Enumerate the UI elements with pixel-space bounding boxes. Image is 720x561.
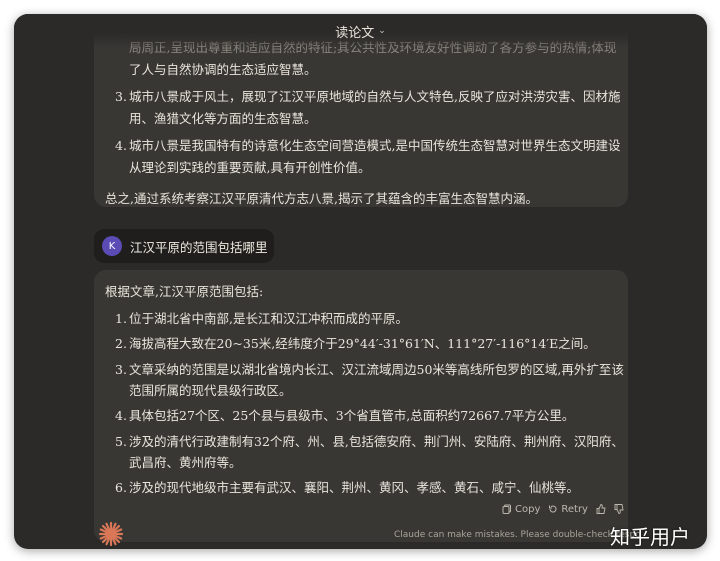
list-item-continued: 范围所属的现代县级行政区。	[129, 383, 292, 398]
claude-logo-icon	[98, 521, 124, 547]
copy-button[interactable]: Copy	[502, 504, 540, 515]
user-message: K 江汉平原的范围包括哪里	[94, 229, 274, 263]
retry-icon	[549, 505, 557, 513]
list-item: 4. 具体包括27个区、25个县与县级市、3个省直管市,总面积约72667.7平方…	[115, 408, 575, 423]
conversation-title: 读论文	[335, 25, 375, 41]
thumbs-up-button[interactable]	[596, 504, 606, 514]
chat-window: 读论文 ⌄ 局周正,呈现出尊重和适应自然的特征;其公共性及环境友好性调动了各方参…	[14, 14, 707, 549]
retry-label: Retry	[561, 503, 588, 515]
conversation-title-button[interactable]: 读论文 ⌄	[335, 22, 386, 41]
user-message-text: 江汉平原的范围包括哪里	[130, 239, 268, 255]
list-item: 4. 城市八景是我国特有的诗意化生态空间营造模式,是中国传统生态智慧对世界生态文明…	[115, 138, 621, 153]
copy-label: Copy	[515, 503, 541, 515]
summary-text: 总之,通过系统考察江汉平原清代方志八景,揭示了其蕴含的丰富生态智慧内涵。	[105, 191, 538, 206]
title-bar: 读论文 ⌄	[14, 14, 707, 48]
response-intro: 根据文章,江汉平原范围包括:	[105, 284, 264, 299]
avatar: K	[102, 236, 122, 256]
disclaimer-text: Claude can make mistakes. Please double-…	[394, 530, 641, 540]
list-item-continued: 武昌府、黄州府等。	[129, 455, 242, 470]
chevron-down-icon: ⌄	[378, 26, 386, 36]
list-item: 5. 涉及的清代行政建制有32个府、州、县,包括德安府、荆门州、安陆府、荆州府、汉…	[115, 434, 624, 449]
watermark: 知乎用户	[610, 525, 690, 549]
thumbs-down-button[interactable]	[614, 504, 624, 514]
thumbs-up-icon	[596, 504, 606, 514]
list-item-continued: 从理论到实践的重要贡献,具有开创性价值。	[129, 160, 371, 175]
list-item: 3. 文章采纳的范围是以湖北省境内长江、汉江流域周边50米等高线所包罗的区域,再外…	[115, 362, 624, 377]
message-actions: Copy Retry	[502, 499, 624, 519]
list-item: 6. 涉及的现代地级市主要有武汉、襄阳、荆州、黄冈、孝感、黄石、咸宁、仙桃等。	[115, 480, 580, 495]
list-item: 2. 海拔高程大致在20~35米,经纬度介于29°44′-31°61′N、111°…	[115, 336, 596, 351]
thumbs-down-icon	[614, 504, 624, 514]
retry-button[interactable]: Retry	[548, 504, 588, 515]
copy-icon	[502, 504, 511, 514]
list-item: 1. 位于湖北省中南部,是长江和汉江冲积而成的平原。	[115, 311, 408, 326]
list-item: 3. 城市八景成于风土，展现了江汉平原地域的自然与人文特色,反映了应对洪涝灾害、因…	[115, 89, 621, 104]
message-line: 了人与自然协调的生态适应智慧。	[129, 62, 317, 77]
list-item-continued: 用、渔猎文化等方面的生态智慧。	[129, 111, 317, 126]
